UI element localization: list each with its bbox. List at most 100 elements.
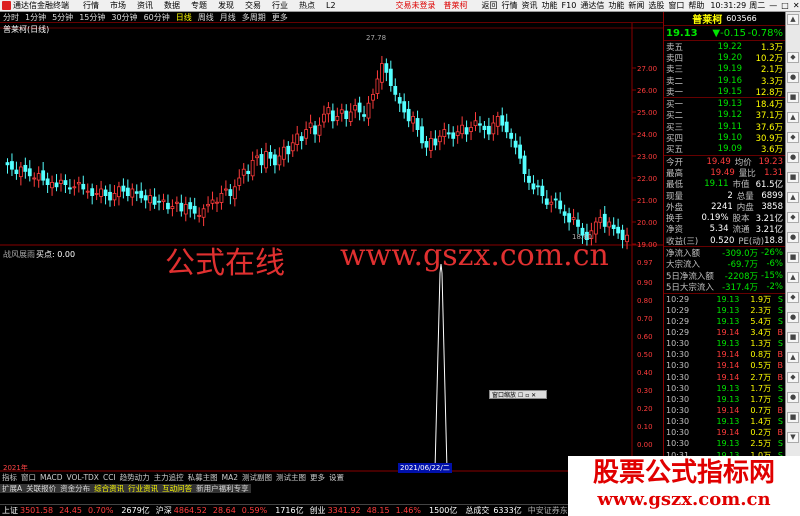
- tab-vol-tdx[interactable]: VOL-TDX: [64, 473, 100, 482]
- menu-right-return[interactable]: 返回: [482, 0, 498, 11]
- period-monthly[interactable]: 月线: [217, 12, 239, 23]
- menu-right-f10[interactable]: F10: [562, 1, 577, 10]
- side-button[interactable]: ▲: [787, 112, 799, 123]
- period-daily[interactable]: 日线: [173, 12, 195, 23]
- candle-body: [371, 94, 375, 101]
- tick-v: 1.9万: [750, 294, 772, 304]
- side-button[interactable]: ■: [787, 172, 799, 183]
- tick-t: 10:29: [666, 316, 690, 326]
- side-button[interactable]: ▼: [787, 432, 799, 443]
- menu-right-news[interactable]: 新闻: [628, 0, 644, 11]
- tick-p: 19.14: [716, 350, 740, 360]
- side-button[interactable]: ●: [787, 72, 799, 83]
- tab-qa[interactable]: 互动问答: [160, 484, 195, 493]
- menu-right-zixun[interactable]: 资讯: [522, 0, 538, 11]
- minimize-button[interactable]: —: [769, 1, 777, 10]
- trade-login-status[interactable]: 交易未登录: [396, 0, 436, 11]
- candle-body: [255, 155, 260, 159]
- tab-related-quote[interactable]: 关联报价: [24, 484, 59, 493]
- period-fenshi[interactable]: 分时: [0, 12, 22, 23]
- tab-settings[interactable]: 设置: [327, 473, 346, 482]
- quote-panel: 普莱柯 603566 19.13 ▼-0.15 -0.78% 卖五 19.22 1.…: [663, 12, 785, 504]
- menu-item-hangqing[interactable]: 行情: [83, 0, 99, 11]
- tab-test-sub[interactable]: 测试副图: [240, 473, 274, 482]
- status-cy-label[interactable]: 创业: [310, 505, 326, 516]
- menu-right-gongneng2[interactable]: 功能: [608, 0, 624, 11]
- tick-t: 10:30: [666, 428, 690, 438]
- tab-ma2[interactable]: MA2: [220, 473, 240, 482]
- side-button[interactable]: ■: [787, 332, 799, 343]
- menu-right-hangqing[interactable]: 行情: [502, 0, 518, 11]
- tab-ext-a[interactable]: 扩展A: [0, 484, 25, 493]
- side-button[interactable]: ▲: [787, 192, 799, 203]
- maximize-button[interactable]: □: [781, 1, 789, 10]
- period-60min[interactable]: 60分钟: [141, 12, 173, 23]
- menu-item-faxian[interactable]: 发现: [218, 0, 234, 11]
- period-multi[interactable]: 多周期: [239, 12, 269, 23]
- side-toolbar[interactable]: ▲ ◆ ● ■ ▲ ◆ ● ■ ▲ ◆ ● ■ ▲ ◆ ● ■ ▲ ◆ ● ■ …: [785, 12, 800, 504]
- menu-item-hangye[interactable]: 行业: [272, 0, 288, 11]
- tab-cci[interactable]: CCI: [101, 473, 118, 482]
- stat-value: 2241: [711, 201, 733, 212]
- candle-body: [5, 162, 10, 166]
- side-button[interactable]: ▲: [787, 14, 799, 25]
- tab-trend[interactable]: 趋势动力: [118, 473, 152, 482]
- side-button[interactable]: ■: [787, 252, 799, 263]
- tab-new-user[interactable]: 新用户福利专享: [194, 484, 251, 493]
- tab-news[interactable]: 综合资讯: [92, 484, 127, 493]
- zoom-popup-label[interactable]: 窗口缩放 ☐ ▫ ✕: [492, 390, 536, 399]
- current-stock-label[interactable]: 普莱柯: [444, 0, 468, 11]
- tab-test-main[interactable]: 测试主图: [274, 473, 308, 482]
- side-button[interactable]: ●: [787, 232, 799, 243]
- menu-item-zhuanti[interactable]: 专题: [191, 0, 207, 11]
- tab-more[interactable]: 更多: [308, 473, 327, 482]
- close-button[interactable]: ✕: [793, 1, 800, 10]
- period-more[interactable]: 更多: [269, 12, 291, 23]
- side-button[interactable]: ●: [787, 312, 799, 323]
- menu-item-redian[interactable]: 热点: [299, 0, 315, 11]
- menu-item-jiaoyi[interactable]: 交易: [245, 0, 261, 11]
- tab-macd[interactable]: MACD: [38, 473, 64, 482]
- side-button[interactable]: ▲: [787, 352, 799, 363]
- period-5min[interactable]: 5分钟: [49, 12, 76, 23]
- side-button[interactable]: ◆: [787, 212, 799, 223]
- tab-window[interactable]: 窗口: [19, 473, 38, 482]
- tab-main-control[interactable]: 主力追控: [152, 473, 186, 482]
- period-weekly[interactable]: 周线: [195, 12, 217, 23]
- side-button[interactable]: ●: [787, 152, 799, 163]
- side-button[interactable]: ●: [787, 392, 799, 403]
- candle-body: [576, 219, 580, 227]
- period-30min[interactable]: 30分钟: [108, 12, 140, 23]
- menu-right-xuangu[interactable]: 选股: [648, 0, 664, 11]
- tab-indicator[interactable]: 指标: [0, 473, 19, 482]
- menu-item-l2[interactable]: L2: [326, 1, 336, 10]
- menu-right-window[interactable]: 窗口: [668, 0, 684, 11]
- side-button[interactable]: ◆: [787, 132, 799, 143]
- side-button[interactable]: ◆: [787, 372, 799, 383]
- side-button[interactable]: ◆: [787, 52, 799, 63]
- tab-fund-distribution[interactable]: 资金分布: [58, 484, 93, 493]
- candle-body: [157, 200, 161, 203]
- menu-right-help[interactable]: 帮助: [688, 0, 704, 11]
- side-button[interactable]: ■: [787, 412, 799, 423]
- side-button[interactable]: ▲: [787, 272, 799, 283]
- candle-body: [299, 136, 304, 142]
- menu-item-shichang[interactable]: 市场: [110, 0, 126, 11]
- status-sh-label[interactable]: 上证: [2, 505, 18, 516]
- period-15min[interactable]: 15分钟: [76, 12, 108, 23]
- side-button[interactable]: ■: [787, 92, 799, 103]
- menu-right-gongneng[interactable]: 功能: [542, 0, 558, 11]
- menu-right-tdx[interactable]: 通达信: [580, 0, 604, 11]
- tab-private-main[interactable]: 私募主图: [186, 473, 220, 482]
- lower-tick-label: 0.70: [637, 315, 653, 323]
- tick-p: 19.14: [716, 372, 740, 382]
- zoom-popup[interactable]: 窗口缩放 ☐ ▫ ✕: [489, 390, 547, 399]
- menu-item-zixun[interactable]: 资讯: [137, 0, 153, 11]
- side-button[interactable]: ◆: [787, 292, 799, 303]
- tab-industry-news[interactable]: 行业资讯: [126, 484, 161, 493]
- bid-label: 买二: [666, 111, 684, 122]
- menu-item-shuju[interactable]: 数据: [164, 0, 180, 11]
- candle-body: [544, 198, 549, 205]
- status-sz-label[interactable]: 沪深: [156, 505, 172, 516]
- period-1min[interactable]: 1分钟: [22, 12, 49, 23]
